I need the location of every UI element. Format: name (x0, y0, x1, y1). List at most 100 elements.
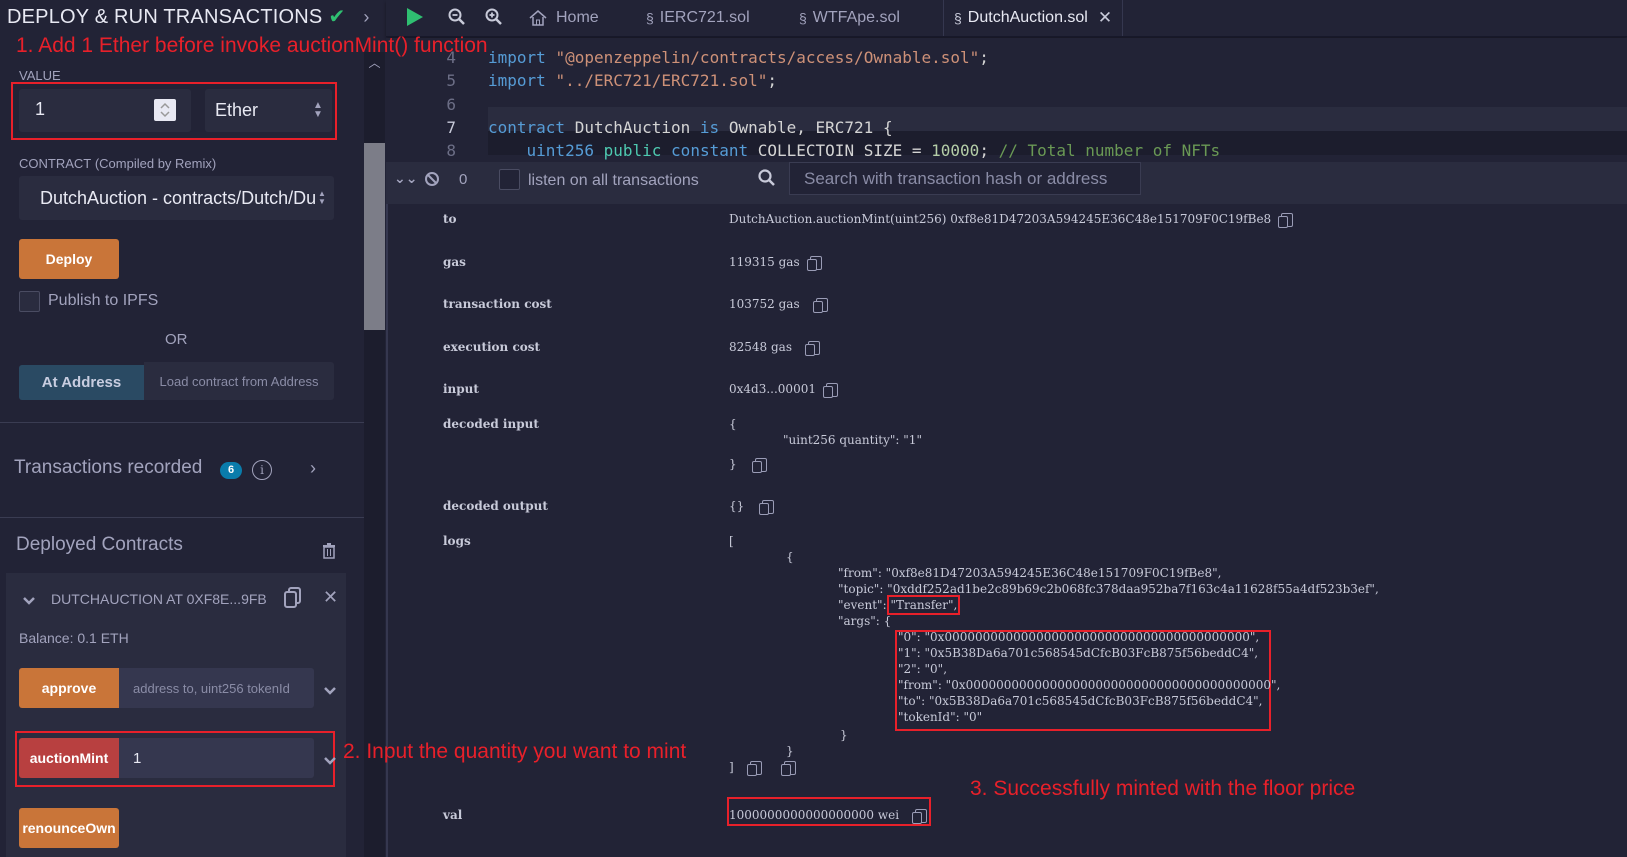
trash-icon[interactable] (322, 543, 336, 564)
code-line: import "../ERC721/ERC721.sol"; (488, 71, 777, 90)
decoded-input-close-text: } (729, 457, 737, 471)
log-args-key: "args": { (838, 614, 892, 628)
publish-ipfs-checkbox[interactable] (19, 291, 40, 312)
log-event-line: "event": "Transfer", (838, 595, 961, 615)
log-event-value: "Transfer", (887, 595, 961, 615)
deploy-run-panel: DEPLOY & RUN TRANSACTIONS ✔ › VALUE 1 Ethe… (0, 0, 385, 857)
tab-dutchauction[interactable]: § DutchAuction.sol ✕ (943, 0, 1124, 36)
tab-ierc721[interactable]: § IERC721.sol (646, 0, 750, 36)
tx-value-transaction-cost: 103752 gas (729, 297, 828, 313)
value-input[interactable]: 1 (19, 89, 191, 132)
tx-value-input: 0x4d3...00001 (729, 382, 838, 398)
auctionmint-quantity-input[interactable]: 1 (119, 738, 314, 778)
transactions-count-badge: 6 (220, 462, 242, 479)
decoded-input-line: "uint256 quantity": "1" (783, 433, 922, 447)
value-label: VALUE (19, 68, 61, 83)
deployed-contracts-label: Deployed Contracts (16, 534, 183, 555)
log-event-key: "event": (838, 598, 891, 612)
tx-value-execution-cost: 82548 gas (729, 340, 820, 356)
auctionmint-button[interactable]: auctionMint (19, 738, 119, 778)
copy-icon[interactable] (812, 297, 828, 313)
renounce-ownership-button[interactable]: renounceOwn (19, 808, 119, 848)
code-line: import "@openzeppelin/contracts/access/O… (488, 48, 989, 67)
tx-key-val: val (443, 808, 463, 822)
copy-icon[interactable] (1278, 212, 1294, 228)
tab-dutchauction-label: DutchAuction.sol (967, 9, 1088, 26)
zoom-out-icon[interactable] (448, 8, 466, 31)
line-number: 5 (446, 71, 456, 90)
copy-icon[interactable] (912, 808, 928, 824)
chevron-right-icon[interactable]: › (310, 458, 316, 479)
tab-ierc721-label: IERC721.sol (659, 9, 750, 26)
transactions-recorded-label[interactable]: Transactions recorded (14, 457, 202, 479)
decoded-output-text: {} (729, 499, 745, 513)
chevron-down-icon[interactable] (323, 683, 337, 701)
copy-icon[interactable] (806, 255, 822, 271)
contract-select[interactable]: DutchAuction - contracts/Dutch/Du ▲ ▼ (19, 176, 334, 220)
log-arg-line: "tokenId": "0" (898, 710, 983, 724)
contract-select-text: DutchAuction - contracts/Dutch/Du (40, 188, 317, 208)
line-number: 7 (446, 118, 456, 137)
terminal-toolbar: ⌄⌄ 0 listen on all transactions Search w… (386, 162, 1627, 204)
tx-exec-cost-text: 82548 gas (729, 340, 792, 354)
copy-icon[interactable] (284, 587, 302, 614)
chevron-down-icon[interactable] (22, 593, 36, 611)
select-arrows-icon: ▲ ▼ (318, 189, 326, 206)
close-icon[interactable]: ✕ (323, 587, 338, 608)
play-icon[interactable] (406, 7, 424, 32)
log-arg-line: "2": "0", (898, 662, 948, 676)
logs-open-bracket: [ (729, 534, 734, 548)
contract-balance: Balance: 0.1 ETH (19, 630, 129, 646)
load-contract-address-input[interactable]: Load contract from Address (144, 362, 334, 400)
approve-button[interactable]: approve (19, 668, 119, 708)
chevron-down-icon[interactable] (323, 753, 337, 771)
info-icon[interactable]: i (252, 460, 272, 480)
log-args-close: } (840, 728, 848, 742)
approve-args-input[interactable]: address to, uint256 tokenId (119, 668, 314, 708)
decoded-input-open: { (729, 417, 737, 431)
code-editor[interactable]: 4 import "@openzeppelin/contracts/access… (386, 38, 1627, 162)
copy-icon[interactable] (804, 340, 820, 356)
deploy-button[interactable]: Deploy (19, 239, 119, 279)
copy-icon[interactable] (822, 382, 838, 398)
listen-all-checkbox[interactable] (499, 169, 520, 190)
tab-home[interactable]: Home (528, 0, 599, 36)
number-spinner-icon[interactable] (154, 99, 176, 121)
panel-title: DEPLOY & RUN TRANSACTIONS ✔ › (7, 4, 370, 29)
logs-close-brace: } (786, 744, 794, 758)
listen-all-label: listen on all transactions (528, 172, 699, 189)
clear-console-icon[interactable] (424, 171, 440, 192)
panel-scrollbar-thumb[interactable] (364, 143, 385, 330)
divider (0, 517, 364, 518)
transaction-search-input[interactable]: Search with transaction hash or address (789, 162, 1141, 195)
value-input-text: 1 (35, 99, 46, 119)
annotation-step-3: 3. Successfully minted with the floor pr… (970, 777, 1356, 800)
copy-icon[interactable] (780, 760, 796, 776)
tab-wtfape[interactable]: § WTFApe.sol (799, 0, 900, 36)
tx-gas-text: 119315 gas (729, 255, 800, 269)
chevron-right-icon[interactable]: › (363, 7, 369, 27)
panel-title-text: DEPLOY & RUN TRANSACTIONS (7, 6, 323, 28)
decoded-output-value: {} (729, 499, 775, 515)
value-unit-select[interactable]: Ether ▲ ▼ (205, 89, 332, 132)
close-tab-icon[interactable]: ✕ (1098, 8, 1112, 28)
contract-label-sub: (Compiled by Remix) (94, 156, 217, 171)
log-arg-line: "to": "0x5B38Da6a701c568545dCfcB03FcB875… (898, 694, 1263, 708)
tx-key-input: input (443, 382, 479, 396)
tx-key-logs: logs (443, 534, 471, 548)
publish-ipfs-label: Publish to IPFS (48, 292, 159, 309)
tx-cost-text: 103752 gas (729, 297, 800, 311)
tab-home-label: Home (556, 9, 599, 26)
logs-open-brace: { (786, 550, 794, 564)
copy-icon[interactable] (746, 760, 762, 776)
copy-icon[interactable] (751, 457, 767, 473)
contract-label-text: CONTRACT (19, 156, 92, 171)
tx-key-execution-cost: execution cost (443, 340, 541, 354)
log-topic-line: "topic": "0xddf252ad1be2c89b69c2b068fc37… (838, 582, 1379, 596)
collapse-terminal-icon[interactable]: ⌄⌄ (394, 170, 417, 187)
annotation-step-2: 2. Input the quantity you want to mint (343, 740, 687, 763)
at-address-button[interactable]: At Address (19, 365, 144, 400)
log-arg-line: "from": "0x00000000000000000000000000000… (898, 678, 1281, 692)
copy-icon[interactable] (759, 499, 775, 515)
zoom-in-icon[interactable] (485, 8, 503, 31)
